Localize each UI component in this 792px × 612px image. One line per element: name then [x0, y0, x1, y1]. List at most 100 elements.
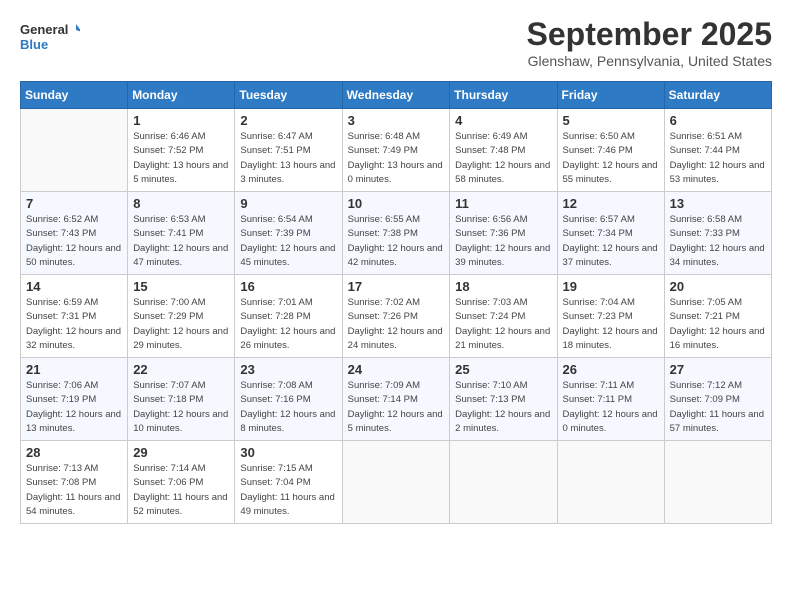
calendar-day-cell: 16 Sunrise: 7:01 AMSunset: 7:28 PMDaylig… — [235, 275, 342, 358]
title-block: September 2025 Glenshaw, Pennsylvania, U… — [527, 16, 772, 69]
calendar-day-cell — [450, 441, 557, 524]
calendar-day-cell: 19 Sunrise: 7:04 AMSunset: 7:23 PMDaylig… — [557, 275, 664, 358]
day-info: Sunrise: 6:47 AMSunset: 7:51 PMDaylight:… — [240, 130, 336, 187]
day-info: Sunrise: 7:15 AMSunset: 7:04 PMDaylight:… — [240, 462, 336, 519]
calendar-day-cell — [664, 441, 771, 524]
logo: General Blue — [20, 16, 80, 56]
day-number: 1 — [133, 113, 229, 128]
day-number: 29 — [133, 445, 229, 460]
day-number: 3 — [348, 113, 445, 128]
day-number: 13 — [670, 196, 766, 211]
calendar-day-cell: 28 Sunrise: 7:13 AMSunset: 7:08 PMDaylig… — [21, 441, 128, 524]
calendar-day-cell: 30 Sunrise: 7:15 AMSunset: 7:04 PMDaylig… — [235, 441, 342, 524]
day-number: 26 — [563, 362, 659, 377]
calendar-day-cell: 6 Sunrise: 6:51 AMSunset: 7:44 PMDayligh… — [664, 109, 771, 192]
calendar-day-header: Saturday — [664, 82, 771, 109]
day-number: 23 — [240, 362, 336, 377]
day-info: Sunrise: 7:02 AMSunset: 7:26 PMDaylight:… — [348, 296, 445, 353]
day-number: 12 — [563, 196, 659, 211]
calendar-day-cell: 24 Sunrise: 7:09 AMSunset: 7:14 PMDaylig… — [342, 358, 450, 441]
calendar-table: SundayMondayTuesdayWednesdayThursdayFrid… — [20, 81, 772, 524]
svg-text:General: General — [20, 22, 68, 37]
day-info: Sunrise: 6:54 AMSunset: 7:39 PMDaylight:… — [240, 213, 336, 270]
calendar-day-cell: 3 Sunrise: 6:48 AMSunset: 7:49 PMDayligh… — [342, 109, 450, 192]
calendar-day-cell: 25 Sunrise: 7:10 AMSunset: 7:13 PMDaylig… — [450, 358, 557, 441]
month-title: September 2025 — [527, 16, 772, 53]
day-number: 9 — [240, 196, 336, 211]
calendar-day-cell: 21 Sunrise: 7:06 AMSunset: 7:19 PMDaylig… — [21, 358, 128, 441]
page-header: General Blue September 2025 Glenshaw, Pe… — [20, 16, 772, 69]
calendar-day-cell: 2 Sunrise: 6:47 AMSunset: 7:51 PMDayligh… — [235, 109, 342, 192]
calendar-week-row: 21 Sunrise: 7:06 AMSunset: 7:19 PMDaylig… — [21, 358, 772, 441]
calendar-day-cell: 15 Sunrise: 7:00 AMSunset: 7:29 PMDaylig… — [128, 275, 235, 358]
day-number: 6 — [670, 113, 766, 128]
calendar-day-cell: 17 Sunrise: 7:02 AMSunset: 7:26 PMDaylig… — [342, 275, 450, 358]
day-info: Sunrise: 7:08 AMSunset: 7:16 PMDaylight:… — [240, 379, 336, 436]
day-info: Sunrise: 7:13 AMSunset: 7:08 PMDaylight:… — [26, 462, 122, 519]
day-info: Sunrise: 7:10 AMSunset: 7:13 PMDaylight:… — [455, 379, 551, 436]
day-number: 19 — [563, 279, 659, 294]
day-info: Sunrise: 6:59 AMSunset: 7:31 PMDaylight:… — [26, 296, 122, 353]
calendar-header-row: SundayMondayTuesdayWednesdayThursdayFrid… — [21, 82, 772, 109]
day-number: 30 — [240, 445, 336, 460]
day-number: 11 — [455, 196, 551, 211]
calendar-day-cell: 10 Sunrise: 6:55 AMSunset: 7:38 PMDaylig… — [342, 192, 450, 275]
calendar-day-header: Friday — [557, 82, 664, 109]
calendar-day-cell: 9 Sunrise: 6:54 AMSunset: 7:39 PMDayligh… — [235, 192, 342, 275]
day-number: 25 — [455, 362, 551, 377]
day-number: 27 — [670, 362, 766, 377]
day-info: Sunrise: 7:14 AMSunset: 7:06 PMDaylight:… — [133, 462, 229, 519]
calendar-day-cell: 5 Sunrise: 6:50 AMSunset: 7:46 PMDayligh… — [557, 109, 664, 192]
day-number: 14 — [26, 279, 122, 294]
calendar-day-cell: 22 Sunrise: 7:07 AMSunset: 7:18 PMDaylig… — [128, 358, 235, 441]
calendar-week-row: 1 Sunrise: 6:46 AMSunset: 7:52 PMDayligh… — [21, 109, 772, 192]
svg-text:Blue: Blue — [20, 37, 48, 52]
day-info: Sunrise: 6:50 AMSunset: 7:46 PMDaylight:… — [563, 130, 659, 187]
calendar-day-cell: 8 Sunrise: 6:53 AMSunset: 7:41 PMDayligh… — [128, 192, 235, 275]
day-number: 15 — [133, 279, 229, 294]
day-number: 2 — [240, 113, 336, 128]
day-info: Sunrise: 7:12 AMSunset: 7:09 PMDaylight:… — [670, 379, 766, 436]
day-info: Sunrise: 6:51 AMSunset: 7:44 PMDaylight:… — [670, 130, 766, 187]
day-info: Sunrise: 6:58 AMSunset: 7:33 PMDaylight:… — [670, 213, 766, 270]
day-info: Sunrise: 6:48 AMSunset: 7:49 PMDaylight:… — [348, 130, 445, 187]
day-info: Sunrise: 7:01 AMSunset: 7:28 PMDaylight:… — [240, 296, 336, 353]
calendar-day-header: Wednesday — [342, 82, 450, 109]
calendar-week-row: 28 Sunrise: 7:13 AMSunset: 7:08 PMDaylig… — [21, 441, 772, 524]
calendar-day-cell: 11 Sunrise: 6:56 AMSunset: 7:36 PMDaylig… — [450, 192, 557, 275]
calendar-day-cell: 20 Sunrise: 7:05 AMSunset: 7:21 PMDaylig… — [664, 275, 771, 358]
calendar-week-row: 7 Sunrise: 6:52 AMSunset: 7:43 PMDayligh… — [21, 192, 772, 275]
calendar-day-cell: 12 Sunrise: 6:57 AMSunset: 7:34 PMDaylig… — [557, 192, 664, 275]
day-number: 8 — [133, 196, 229, 211]
calendar-day-cell — [342, 441, 450, 524]
calendar-day-cell: 18 Sunrise: 7:03 AMSunset: 7:24 PMDaylig… — [450, 275, 557, 358]
calendar-day-cell: 29 Sunrise: 7:14 AMSunset: 7:06 PMDaylig… — [128, 441, 235, 524]
calendar-day-header: Thursday — [450, 82, 557, 109]
logo-svg: General Blue — [20, 16, 80, 56]
day-info: Sunrise: 7:06 AMSunset: 7:19 PMDaylight:… — [26, 379, 122, 436]
calendar-day-cell: 27 Sunrise: 7:12 AMSunset: 7:09 PMDaylig… — [664, 358, 771, 441]
calendar-day-header: Sunday — [21, 82, 128, 109]
day-info: Sunrise: 7:11 AMSunset: 7:11 PMDaylight:… — [563, 379, 659, 436]
day-info: Sunrise: 6:55 AMSunset: 7:38 PMDaylight:… — [348, 213, 445, 270]
calendar-day-cell — [557, 441, 664, 524]
day-number: 18 — [455, 279, 551, 294]
location: Glenshaw, Pennsylvania, United States — [527, 53, 772, 69]
calendar-day-cell: 14 Sunrise: 6:59 AMSunset: 7:31 PMDaylig… — [21, 275, 128, 358]
day-number: 5 — [563, 113, 659, 128]
day-info: Sunrise: 6:56 AMSunset: 7:36 PMDaylight:… — [455, 213, 551, 270]
day-info: Sunrise: 7:07 AMSunset: 7:18 PMDaylight:… — [133, 379, 229, 436]
calendar-day-cell: 4 Sunrise: 6:49 AMSunset: 7:48 PMDayligh… — [450, 109, 557, 192]
day-number: 22 — [133, 362, 229, 377]
day-info: Sunrise: 6:53 AMSunset: 7:41 PMDaylight:… — [133, 213, 229, 270]
day-number: 20 — [670, 279, 766, 294]
calendar-day-cell: 13 Sunrise: 6:58 AMSunset: 7:33 PMDaylig… — [664, 192, 771, 275]
day-info: Sunrise: 7:03 AMSunset: 7:24 PMDaylight:… — [455, 296, 551, 353]
calendar-day-cell: 1 Sunrise: 6:46 AMSunset: 7:52 PMDayligh… — [128, 109, 235, 192]
day-info: Sunrise: 7:09 AMSunset: 7:14 PMDaylight:… — [348, 379, 445, 436]
day-number: 16 — [240, 279, 336, 294]
day-info: Sunrise: 6:49 AMSunset: 7:48 PMDaylight:… — [455, 130, 551, 187]
day-number: 24 — [348, 362, 445, 377]
calendar-day-cell: 23 Sunrise: 7:08 AMSunset: 7:16 PMDaylig… — [235, 358, 342, 441]
day-number: 4 — [455, 113, 551, 128]
